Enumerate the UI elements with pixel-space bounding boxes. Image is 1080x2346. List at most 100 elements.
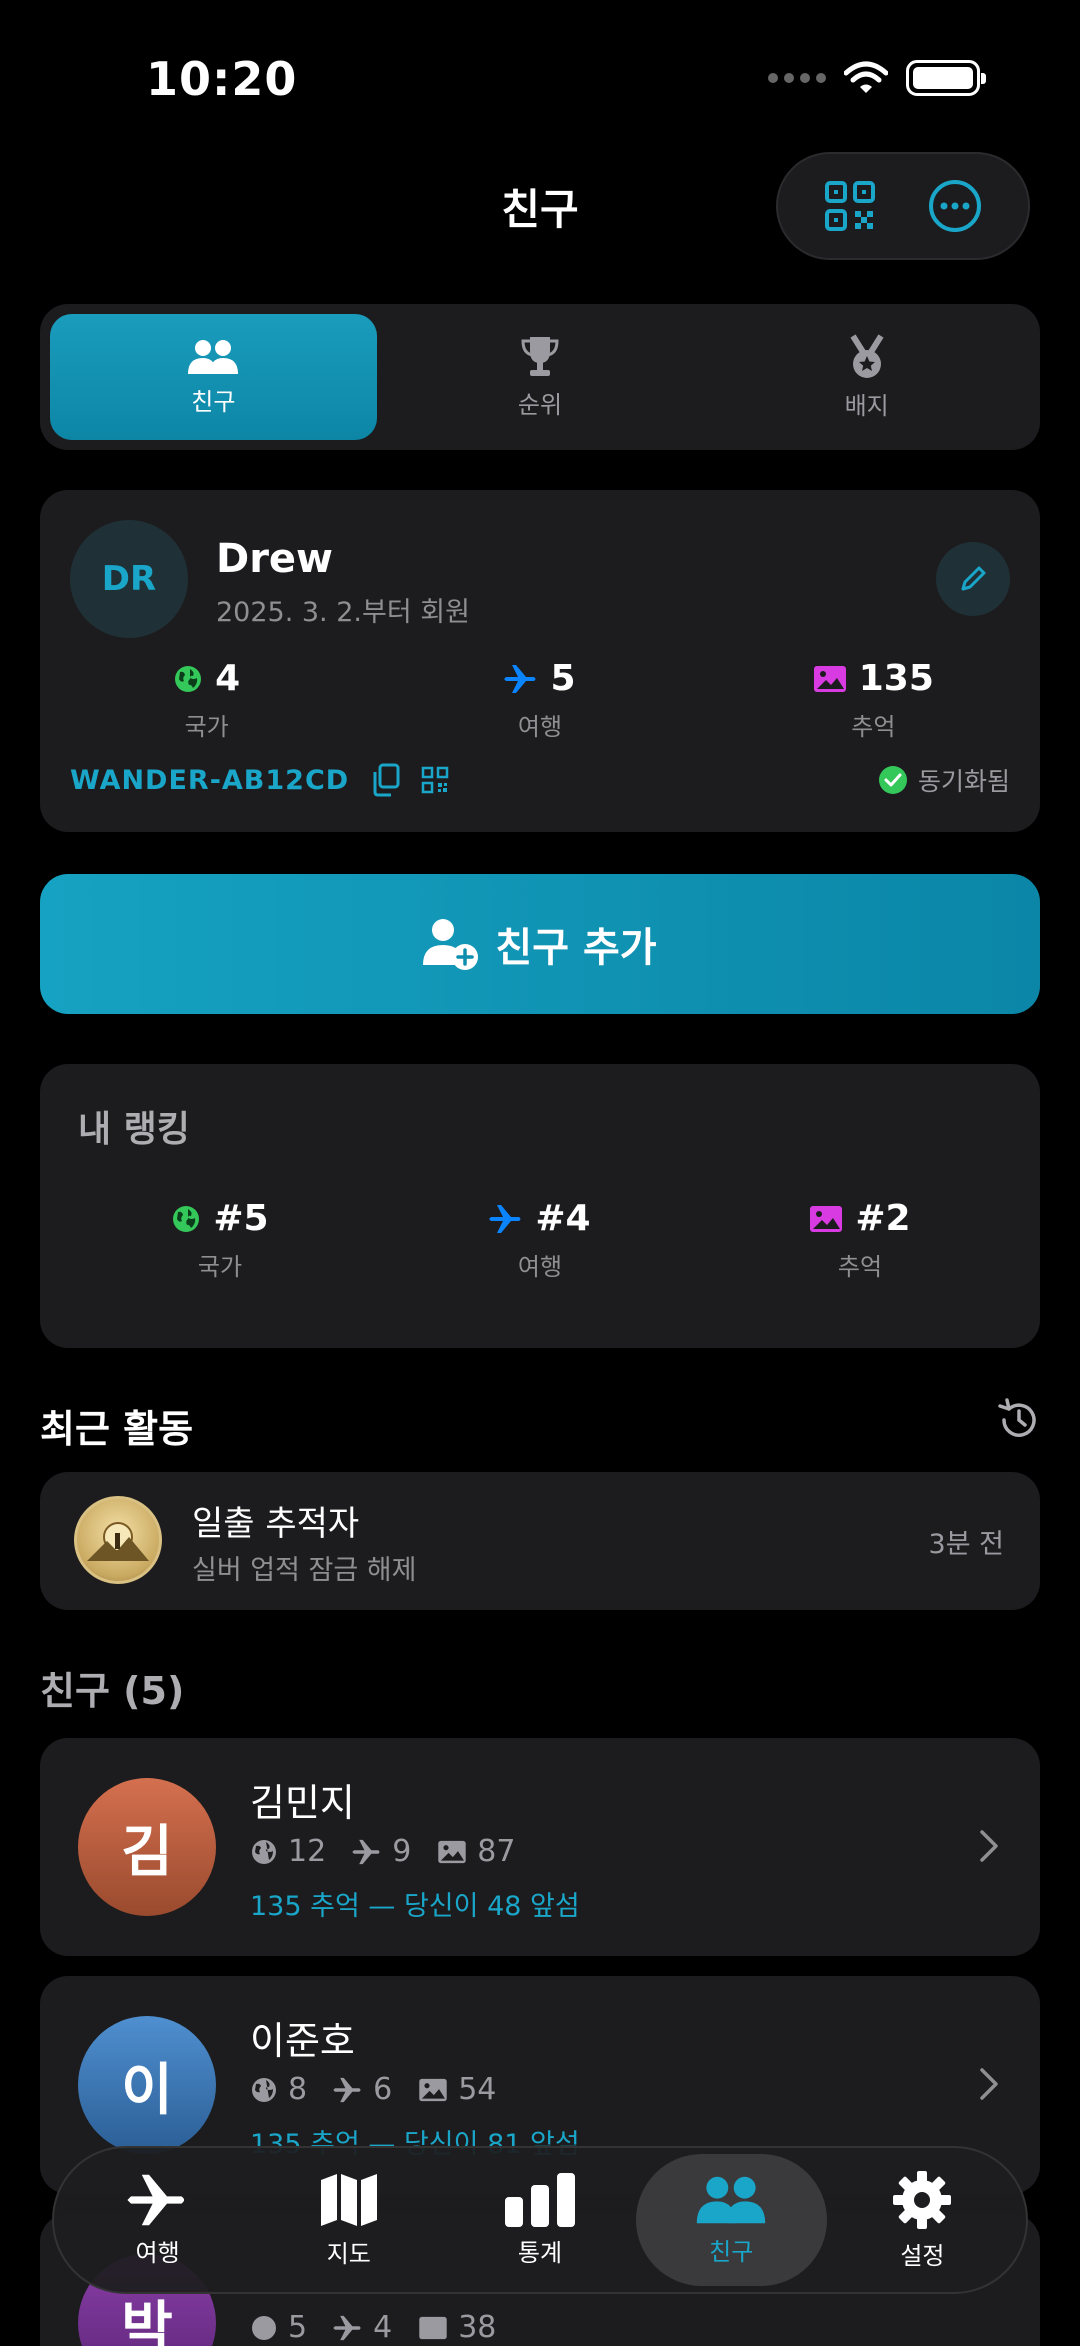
- photo-icon: [419, 2078, 447, 2101]
- globe-icon: [252, 2315, 276, 2340]
- friend-comparison: 135 추억 — 당신이 48 앞섬: [250, 1891, 580, 1922]
- member-since: 2025. 3. 2.부터 회원: [216, 597, 470, 628]
- battery-icon: [906, 60, 986, 96]
- globe-icon: [252, 2077, 276, 2102]
- rank-value: #5: [213, 1198, 269, 1239]
- edit-profile-button[interactable]: [936, 542, 1010, 616]
- globe-icon: [173, 1205, 200, 1232]
- activity-subtitle: 실버 업적 잠금 해제: [192, 1555, 417, 1586]
- stat-countries: 4 국가: [40, 658, 373, 742]
- segment-label: 배지: [844, 391, 889, 420]
- ranking-row: #5 국가 #4 여행 #2 추억: [40, 1198, 1040, 1282]
- airplane-icon: [352, 1839, 380, 1864]
- profile-stats: 4 국가 5 여행 135 추억: [40, 658, 1040, 742]
- airplane-icon: [489, 1204, 521, 1233]
- globe-icon: [252, 1839, 276, 1864]
- signal-icon: [768, 73, 826, 83]
- friends-title: 친구 (5): [40, 1669, 185, 1713]
- stat-value: 5: [550, 658, 576, 699]
- rank-label: 추억: [837, 1253, 883, 1281]
- tab-bar: 여행 지도 통계 친구 설정: [52, 2146, 1028, 2294]
- friend-stats: 8 6 54: [250, 2072, 508, 2107]
- tab-label: 지도: [326, 2239, 371, 2268]
- recent-activity-title: 최근 활동: [40, 1407, 194, 1451]
- tab-stats[interactable]: 통계: [444, 2154, 635, 2286]
- tab-label: 설정: [900, 2241, 945, 2270]
- tab-label: 여행: [135, 2238, 180, 2267]
- photo-icon: [813, 665, 846, 692]
- ranking-title: 내 랭킹: [78, 1109, 190, 1150]
- tab-trips[interactable]: 여행: [62, 2154, 253, 2286]
- gear-icon: [893, 2170, 952, 2229]
- stat-trips: 5 여행: [373, 658, 706, 742]
- tab-label: 친구: [709, 2237, 754, 2266]
- rank-value: #4: [535, 1198, 591, 1239]
- friend-name: 김민지: [250, 1781, 355, 1825]
- friend-memories: 54: [458, 2072, 497, 2107]
- stat-label: 추억: [851, 713, 896, 741]
- tab-map[interactable]: 지도: [253, 2154, 444, 2286]
- profile-card: DR Drew 2025. 3. 2.부터 회원 4 국가 5 여행 135 추…: [40, 490, 1040, 832]
- people-icon: [696, 2176, 766, 2223]
- airplane-icon: [333, 2315, 361, 2340]
- rank-label: 여행: [517, 1253, 563, 1281]
- status-time: 10:20: [146, 52, 298, 106]
- activity-item[interactable]: 일출 추적자 실버 업적 잠금 해제 3분 전: [40, 1472, 1040, 1610]
- friend-trips: 9: [392, 1834, 412, 1869]
- qr-code-icon[interactable]: [824, 180, 876, 232]
- photo-icon: [810, 1205, 843, 1232]
- medal-icon: [850, 333, 884, 378]
- sync-label: 동기화됨: [917, 767, 1010, 796]
- tab-friends[interactable]: 친구: [635, 2154, 827, 2286]
- achievement-badge-icon: [74, 1496, 162, 1584]
- more-icon[interactable]: [927, 178, 983, 234]
- map-icon: [320, 2173, 377, 2226]
- add-person-icon: [423, 919, 479, 970]
- rank-memories: #2 추억: [700, 1198, 1020, 1282]
- airplane-icon: [504, 664, 536, 693]
- airplane-icon: [333, 2077, 361, 2102]
- photo-icon: [419, 2316, 447, 2339]
- stat-value: 4: [215, 658, 241, 699]
- rank-value: #2: [855, 1198, 911, 1239]
- segment-ranking[interactable]: 순위: [377, 314, 704, 440]
- tab-settings[interactable]: 설정: [827, 2154, 1018, 2286]
- wifi-icon: [844, 61, 888, 93]
- stat-label: 국가: [184, 713, 229, 741]
- globe-icon: [175, 665, 202, 692]
- friend-countries: 8: [288, 2072, 308, 2107]
- copy-icon[interactable]: [371, 763, 401, 797]
- stat-value: 135: [858, 658, 934, 699]
- segment-badges[interactable]: 배지: [703, 314, 1030, 440]
- history-icon[interactable]: [996, 1398, 1040, 1442]
- friend-trips: 6: [373, 2072, 393, 2107]
- checkmark-circle-icon: [878, 766, 907, 794]
- segment-friends[interactable]: 친구: [50, 314, 377, 440]
- qr-code-icon[interactable]: [421, 766, 449, 794]
- ranking-card: 내 랭킹 #5 국가 #4 여행 #2 추억: [40, 1064, 1040, 1348]
- friend-stats: 12 9 87: [250, 1834, 527, 1869]
- stat-label: 여행: [517, 713, 563, 741]
- friend-code[interactable]: WANDER-AB12CD: [70, 765, 349, 796]
- pencil-icon: [961, 566, 986, 591]
- friend-row[interactable]: 김 김민지 12 9 87 135 추억 — 당신이 48 앞섬: [40, 1738, 1040, 1956]
- add-friend-label: 친구 추가: [495, 925, 657, 971]
- trophy-icon: [521, 336, 559, 376]
- friend-code-row: WANDER-AB12CD 동기화됨: [70, 762, 1010, 798]
- friend-countries: 12: [288, 1834, 327, 1869]
- segment-control: 친구 순위 배지: [40, 304, 1040, 450]
- chevron-right-icon: [980, 1830, 998, 1862]
- friend-memories: 87: [477, 1834, 516, 1869]
- bar-chart-icon: [505, 2172, 575, 2227]
- airplane-icon: [126, 2174, 184, 2225]
- add-friend-button[interactable]: 친구 추가: [40, 874, 1040, 1014]
- avatar: 이: [78, 2016, 216, 2154]
- friend-memories: 38: [458, 2310, 497, 2345]
- profile-name: Drew: [216, 536, 334, 582]
- segment-label: 친구: [191, 387, 236, 416]
- sync-status: 동기화됨: [878, 762, 1010, 798]
- stat-memories: 135 추억: [707, 658, 1040, 742]
- photo-icon: [438, 1840, 466, 1863]
- activity-title: 일출 추적자: [192, 1504, 360, 1544]
- avatar: 김: [78, 1778, 216, 1916]
